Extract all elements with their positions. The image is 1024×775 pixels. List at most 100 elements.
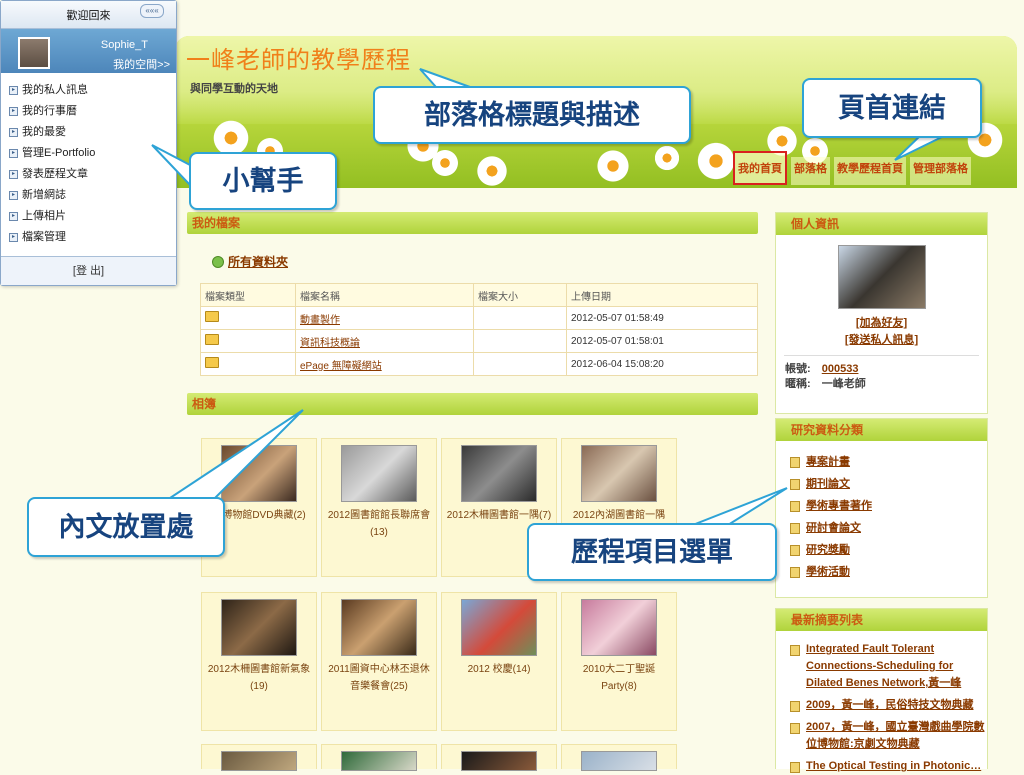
menu-item-label: 檔案管理: [22, 231, 66, 243]
add-friend-link[interactable]: [加為好友]: [856, 317, 907, 329]
album-card[interactable]: 2012 校慶(14): [441, 592, 557, 731]
double-chevron-icon[interactable]: «««: [140, 4, 164, 18]
square-bullet-icon: ▸: [9, 149, 18, 158]
table-row: 資訊科技概論 2012-05-07 01:58:01: [200, 329, 758, 353]
album-thumbnail[interactable]: [221, 599, 297, 656]
file-link[interactable]: 動畫製作: [300, 315, 340, 326]
research-link[interactable]: 學術專書著作: [806, 495, 872, 517]
list-item: 研討會論文: [790, 517, 987, 539]
menu-item-label: 發表歷程文章: [22, 168, 88, 180]
menu-item-label: 我的行事曆: [22, 105, 77, 117]
awards-panel: 最新摘要列表 Integrated Fault Tolerant Connect…: [775, 608, 988, 773]
album-card[interactable]: 2012木柵圖書館新氣象(19): [201, 592, 317, 731]
file-type-cell: [200, 306, 296, 330]
nav-blog[interactable]: 部落格: [791, 157, 830, 185]
nav-portfolio-home[interactable]: 教學歷程首頁: [834, 157, 906, 185]
album-caption[interactable]: 2012圖書館館長聯席會(13): [322, 507, 436, 541]
album-thumbnail[interactable]: [221, 445, 297, 502]
album-thumbnail[interactable]: [461, 599, 537, 656]
profile-divider: [784, 355, 979, 356]
all-folders-link[interactable]: 所有資料夾: [212, 253, 288, 270]
award-link[interactable]: The Optical Testing in Photonic…: [806, 758, 981, 775]
research-link[interactable]: 研討會論文: [806, 517, 861, 539]
album-thumbnail[interactable]: [581, 751, 657, 771]
menu-item-calendar[interactable]: ▸ 我的行事曆: [9, 101, 176, 122]
flower-decoration: [653, 144, 681, 172]
research-link[interactable]: 專案計畫: [806, 451, 850, 473]
album-caption[interactable]: 2012木柵圖書館一隅(7): [442, 507, 556, 524]
nav-my-home[interactable]: 我的首頁: [733, 151, 787, 185]
album-card[interactable]: 2012圖書館館長聯席會(13): [321, 438, 437, 577]
album-thumbnail[interactable]: [341, 751, 417, 771]
album-thumbnail[interactable]: [461, 445, 537, 502]
send-message-link[interactable]: [發送私人訊息]: [845, 334, 918, 346]
square-bullet-icon: ▸: [9, 128, 18, 137]
album-thumbnail[interactable]: [221, 751, 297, 771]
album-thumbnail[interactable]: [341, 599, 417, 656]
research-list: 專案計畫 期刊論文 學術專書著作 研討會論文 研究獎勵 學術活動: [776, 441, 987, 583]
profile-photo[interactable]: [837, 245, 926, 309]
menu-item-post-article[interactable]: ▸ 發表歷程文章: [9, 164, 176, 185]
award-link[interactable]: 2009，黃一峰，民俗特技文物典藏: [806, 697, 973, 714]
list-item: The Optical Testing in Photonic…: [790, 758, 987, 775]
album-caption[interactable]: 2012內湖圖書館一隅: [562, 507, 676, 524]
file-name-cell: ePage 無障礙網站: [295, 352, 474, 376]
folder-icon[interactable]: [205, 311, 219, 322]
menu-item-file-management[interactable]: ▸ 檔案管理: [9, 227, 176, 248]
callout-content-area: 內文放置處: [27, 497, 225, 557]
album-thumbnail[interactable]: [581, 599, 657, 656]
header-nav: 我的首頁 部落格 教學歷程首頁 管理部落格: [733, 151, 971, 185]
album-card[interactable]: [201, 744, 317, 771]
logout-button[interactable]: [登 出]: [1, 256, 176, 285]
menu-item-label: 我的私人訊息: [22, 84, 88, 96]
square-bullet-icon: ▸: [9, 170, 18, 179]
album-caption[interactable]: 2012 校慶(14): [442, 661, 556, 678]
files-table: 檔案類型 檔案名稱 檔案大小 上傳日期 動畫製作 2012-05-07 01:5…: [200, 283, 758, 376]
file-type-cell: [200, 352, 296, 376]
list-item: 專案計畫: [790, 451, 987, 473]
list-item: 期刊論文: [790, 473, 987, 495]
album-thumbnail[interactable]: [581, 445, 657, 502]
list-item: 學術專書著作: [790, 495, 987, 517]
menu-item-upload-photos[interactable]: ▸ 上傳相片: [9, 206, 176, 227]
callout-blog-title: 部落格標題與描述: [373, 86, 691, 144]
research-panel: 研究資料分類 專案計畫 期刊論文 學術專書著作 研討會論文 研究獎勵 學術活動: [775, 418, 988, 598]
award-link[interactable]: Integrated Fault Tolerant Connections-Sc…: [806, 641, 987, 692]
avatar[interactable]: [18, 37, 50, 69]
account-value[interactable]: 000533: [822, 363, 859, 375]
research-link[interactable]: 學術活動: [806, 561, 850, 583]
my-space-link[interactable]: 我的空間>>: [113, 56, 170, 72]
album-card[interactable]: [561, 744, 677, 771]
album-caption[interactable]: 2012木柵圖書館新氣象(19): [202, 661, 316, 695]
menu-item-label: 新增網誌: [22, 189, 66, 201]
list-item: 研究獎勵: [790, 539, 987, 561]
album-card[interactable]: [321, 744, 437, 771]
menu-item-new-blog[interactable]: ▸ 新增網誌: [9, 185, 176, 206]
file-size-cell: [473, 306, 567, 330]
album-card[interactable]: 2011圖資中心林丕退休音樂餐會(25): [321, 592, 437, 731]
album-card[interactable]: 2010大二丁聖誕Party(8): [561, 592, 677, 731]
menu-item-manage-eportfolio[interactable]: ▸ 管理E-Portfolio: [9, 143, 176, 164]
menu-item-favorites[interactable]: ▸ 我的最愛: [9, 122, 176, 143]
research-link[interactable]: 研究獎勵: [806, 539, 850, 561]
album-thumbnail[interactable]: [341, 445, 417, 502]
album-section-header: 相簿: [187, 393, 758, 415]
research-link[interactable]: 期刊論文: [806, 473, 850, 495]
album-caption[interactable]: 2010大二丁聖誕Party(8): [562, 661, 676, 695]
album-card[interactable]: [441, 744, 557, 771]
menu-item-private-messages[interactable]: ▸ 我的私人訊息: [9, 80, 176, 101]
list-item: 學術活動: [790, 561, 987, 583]
list-item: Integrated Fault Tolerant Connections-Sc…: [790, 641, 987, 692]
album-caption[interactable]: 2011圖資中心林丕退休音樂餐會(25): [322, 661, 436, 695]
award-link[interactable]: 2007，黃一峰，國立臺灣戲曲學院數位博物館:京劇文物典藏: [806, 719, 987, 753]
file-link[interactable]: ePage 無障礙網站: [300, 361, 382, 372]
file-link[interactable]: 資訊科技概論: [300, 338, 360, 349]
flower-decoration: [695, 140, 737, 182]
research-heading: 研究資料分類: [776, 419, 987, 441]
folder-icon[interactable]: [205, 357, 219, 368]
col-header-name: 檔案名稱: [295, 283, 474, 307]
folder-icon[interactable]: [205, 334, 219, 345]
callout-portfolio-menu: 歷程項目選單: [527, 523, 777, 581]
album-thumbnail[interactable]: [461, 751, 537, 771]
nav-manage-blog[interactable]: 管理部落格: [910, 157, 971, 185]
